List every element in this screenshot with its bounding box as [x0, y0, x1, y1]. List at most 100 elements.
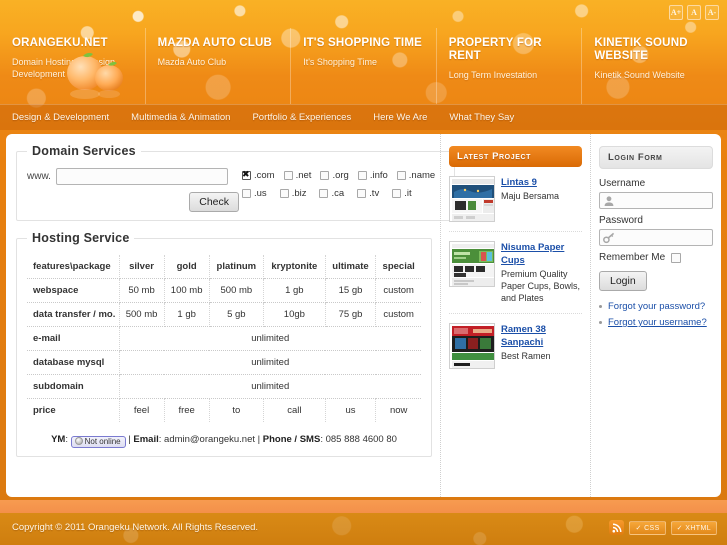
cell-unlimited: unlimited: [119, 374, 421, 399]
project-text: Lintas 9 Maju Bersama: [501, 176, 559, 222]
footer: Copyright © 2011 Orangeku Network. All R…: [0, 513, 727, 545]
project-title-link[interactable]: Ramen 38 Sanpachi: [501, 324, 546, 348]
cell: 50 mb: [119, 278, 165, 303]
tld-label: .us: [254, 188, 267, 199]
css-validation-badge[interactable]: ✓ CSS: [629, 520, 666, 535]
header-panel-orangeku[interactable]: ORANGEKU.NET Domain Hosting & Design Dev…: [0, 28, 146, 104]
header-panel-title: KINETIK SOUND WEBSITE: [594, 37, 688, 62]
list-item[interactable]: Ramen 38 Sanpachi Best Ramen: [449, 323, 582, 378]
username-label: Username: [599, 178, 646, 189]
password-label: Password: [599, 215, 643, 226]
header-panel-kinetik[interactable]: KINETIK SOUND WEBSITE Kinetik Sound Webs…: [582, 28, 727, 104]
hosting-price-table: features\package silver gold platinum kr…: [27, 255, 421, 422]
tld-label: .net: [295, 170, 312, 181]
remember-me-label: Remember Me: [599, 252, 666, 263]
font-increase-button[interactable]: A+: [669, 5, 683, 20]
contact-line: YM: Not online | Email: admin@orangeku.n…: [27, 434, 421, 448]
project-title-link[interactable]: Lintas 9: [501, 177, 537, 188]
col-features: features\package: [27, 255, 120, 279]
nav-item-design-development[interactable]: Design & Development: [12, 112, 109, 123]
latest-project-column: Latest Project Lintas 9 Maju Bersama Nis…: [440, 134, 590, 497]
nav-item-what-they-say[interactable]: What They Say: [449, 112, 514, 123]
username-field[interactable]: [599, 192, 713, 209]
list-item: Forgot your username?: [599, 317, 713, 328]
tld-option-tv[interactable]: .tv: [357, 188, 379, 199]
header-panel-title: MAZDA AUTO CLUB: [157, 37, 272, 49]
tld-option-name[interactable]: .name: [396, 170, 435, 181]
table-row: subdomain unlimited: [27, 374, 421, 399]
checkbox-it[interactable]: [392, 189, 402, 198]
header-panel-subtitle: Kinetik Sound Website: [594, 70, 685, 80]
main-navigation: Design & Development Multimedia & Animat…: [0, 104, 727, 130]
list-item[interactable]: Nisuma Paper Cups Premium Quality Paper …: [449, 241, 582, 314]
checkbox-tv[interactable]: [357, 189, 367, 198]
tld-option-biz[interactable]: .biz: [279, 188, 307, 199]
col-silver: silver: [119, 255, 165, 279]
password-field[interactable]: [599, 229, 713, 246]
font-decrease-button[interactable]: A-: [705, 5, 719, 20]
nav-item-portfolio-experiences[interactable]: Portfolio & Experiences: [252, 112, 351, 123]
forgot-username-link[interactable]: Forgot your username?: [608, 317, 707, 328]
ym-status-dot-icon: [74, 437, 83, 445]
phone-label: Phone / SMS: [262, 434, 321, 445]
col-platinum: platinum: [209, 255, 265, 279]
header-panel-property[interactable]: PROPERTY FOR RENT Long Term Investation: [437, 28, 583, 104]
header-panel-mazda[interactable]: MAZDA AUTO CLUB Mazda Auto Club: [146, 28, 292, 104]
forgot-password-link[interactable]: Forgot your password?: [608, 301, 705, 312]
font-size-controls: A+ A A-: [669, 5, 719, 20]
cell: 75 gb: [325, 302, 377, 327]
cell-unlimited: unlimited: [119, 326, 421, 351]
checkbox-name[interactable]: [396, 171, 406, 180]
checkbox-com[interactable]: [242, 169, 251, 180]
cell: 1 gb: [164, 302, 210, 327]
ym-status-badge[interactable]: Not online: [70, 436, 126, 448]
email-label: Email: [133, 434, 159, 445]
font-reset-button[interactable]: A: [687, 5, 701, 20]
tld-option-net[interactable]: .net: [283, 170, 312, 181]
checkbox-us[interactable]: [242, 189, 251, 198]
checkbox-org[interactable]: [320, 171, 330, 180]
tld-label: .biz: [291, 188, 307, 199]
checkbox-info[interactable]: [357, 171, 367, 180]
www-label: www.: [27, 171, 51, 182]
project-title-link[interactable]: Nisuma Paper Cups: [501, 242, 564, 266]
tld-label: .ca: [331, 188, 345, 199]
tld-option-it[interactable]: .it: [392, 188, 412, 199]
tld-option-ca[interactable]: .ca: [319, 188, 344, 199]
tld-option-info[interactable]: .info: [357, 170, 388, 181]
checkbox-net[interactable]: [283, 171, 293, 180]
project-thumbnail: [449, 323, 495, 369]
cell: 500 mb: [119, 302, 165, 327]
nav-item-multimedia-animation[interactable]: Multimedia & Animation: [131, 112, 230, 123]
tld-label: .it: [404, 188, 412, 199]
latest-project-heading: Latest Project: [449, 146, 582, 167]
checkbox-ca[interactable]: [319, 189, 329, 198]
project-description: Best Ramen: [501, 351, 551, 361]
project-text: Nisuma Paper Cups Premium Quality Paper …: [501, 241, 582, 304]
nav-item-here-we-are[interactable]: Here We Are: [373, 112, 427, 123]
cell: custom: [375, 278, 421, 303]
cell: 5 gb: [209, 302, 265, 327]
cell: 100 mb: [164, 278, 210, 303]
xhtml-validation-badge[interactable]: ✓ XHTML: [670, 520, 717, 535]
project-thumbnail: [449, 241, 495, 287]
header-panel-shopping[interactable]: IT'S SHOPPING TIME It's Shopping Time: [291, 28, 437, 104]
list-item[interactable]: Lintas 9 Maju Bersama: [449, 176, 582, 232]
login-button[interactable]: Login: [599, 271, 647, 291]
tld-option-us[interactable]: .us: [242, 188, 267, 199]
checkbox-biz[interactable]: [279, 189, 289, 198]
header-panel-title: ORANGEKU.NET: [12, 37, 108, 49]
domain-search-input[interactable]: [55, 168, 228, 185]
email-value: admin@orangeku.net: [164, 434, 256, 445]
tld-checkbox-group: .com .net .org .info: [242, 168, 444, 206]
cell: 15 gb: [325, 278, 377, 303]
rss-icon[interactable]: [609, 520, 625, 535]
checkbox-remember-me[interactable]: [671, 252, 682, 263]
remember-me-row[interactable]: Remember Me: [599, 252, 713, 263]
table-row: e-mail unlimited: [27, 326, 421, 351]
tld-option-com[interactable]: .com: [242, 169, 275, 181]
tld-option-org[interactable]: .org: [320, 170, 349, 181]
check-domain-button[interactable]: Check: [189, 192, 239, 212]
cell: free: [164, 398, 210, 422]
row-label: database mysql: [27, 350, 120, 375]
